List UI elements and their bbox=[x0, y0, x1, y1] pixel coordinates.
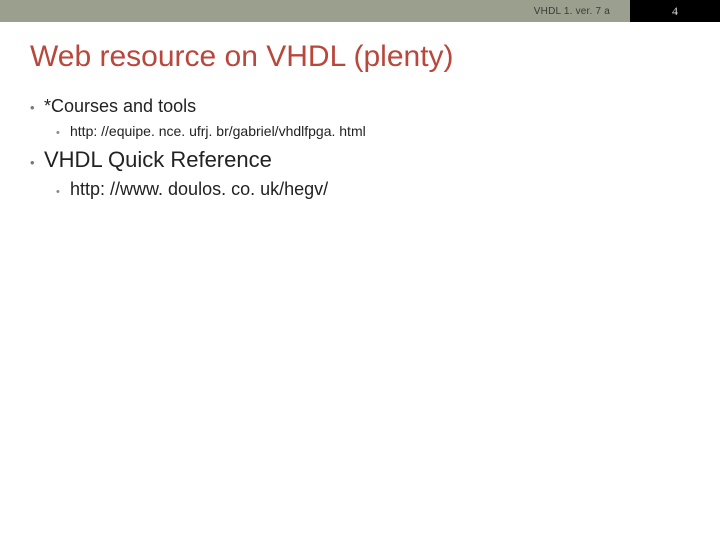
bullet-icon: • bbox=[56, 128, 70, 139]
top-bar-right: 4 bbox=[630, 0, 720, 22]
sub-bullet-list: • http: //www. doulos. co. uk/hegv/ bbox=[30, 179, 690, 200]
bullet-icon: • bbox=[56, 187, 70, 198]
sub-bullet-list: • http: //equipe. nce. ufrj. br/gabriel/… bbox=[30, 123, 690, 139]
bullet-list: • *Courses and tools • http: //equipe. n… bbox=[30, 96, 690, 200]
page-number: 4 bbox=[672, 4, 678, 19]
bullet-icon: • bbox=[30, 156, 44, 169]
slide: VHDL 1. ver. 7 a 4 Web resource on VHDL … bbox=[0, 0, 720, 540]
page-title: Web resource on VHDL (plenty) bbox=[30, 40, 690, 74]
bullet-icon: • bbox=[30, 101, 44, 114]
list-item-text: VHDL Quick Reference bbox=[44, 147, 272, 173]
content-area: Web resource on VHDL (plenty) • *Courses… bbox=[0, 22, 720, 200]
doc-version-label: VHDL 1. ver. 7 a bbox=[534, 6, 610, 17]
list-item: • VHDL Quick Reference • http: //www. do… bbox=[30, 147, 690, 200]
list-item-text: http: //www. doulos. co. uk/hegv/ bbox=[70, 179, 328, 200]
top-bar-left: VHDL 1. ver. 7 a bbox=[0, 0, 630, 22]
list-item: • http: //equipe. nce. ufrj. br/gabriel/… bbox=[56, 123, 690, 139]
list-item: • *Courses and tools • http: //equipe. n… bbox=[30, 96, 690, 139]
list-item: • http: //www. doulos. co. uk/hegv/ bbox=[56, 179, 690, 200]
list-item-text: *Courses and tools bbox=[44, 96, 196, 117]
top-bar: VHDL 1. ver. 7 a 4 bbox=[0, 0, 720, 22]
list-item-text: http: //equipe. nce. ufrj. br/gabriel/vh… bbox=[70, 123, 366, 139]
